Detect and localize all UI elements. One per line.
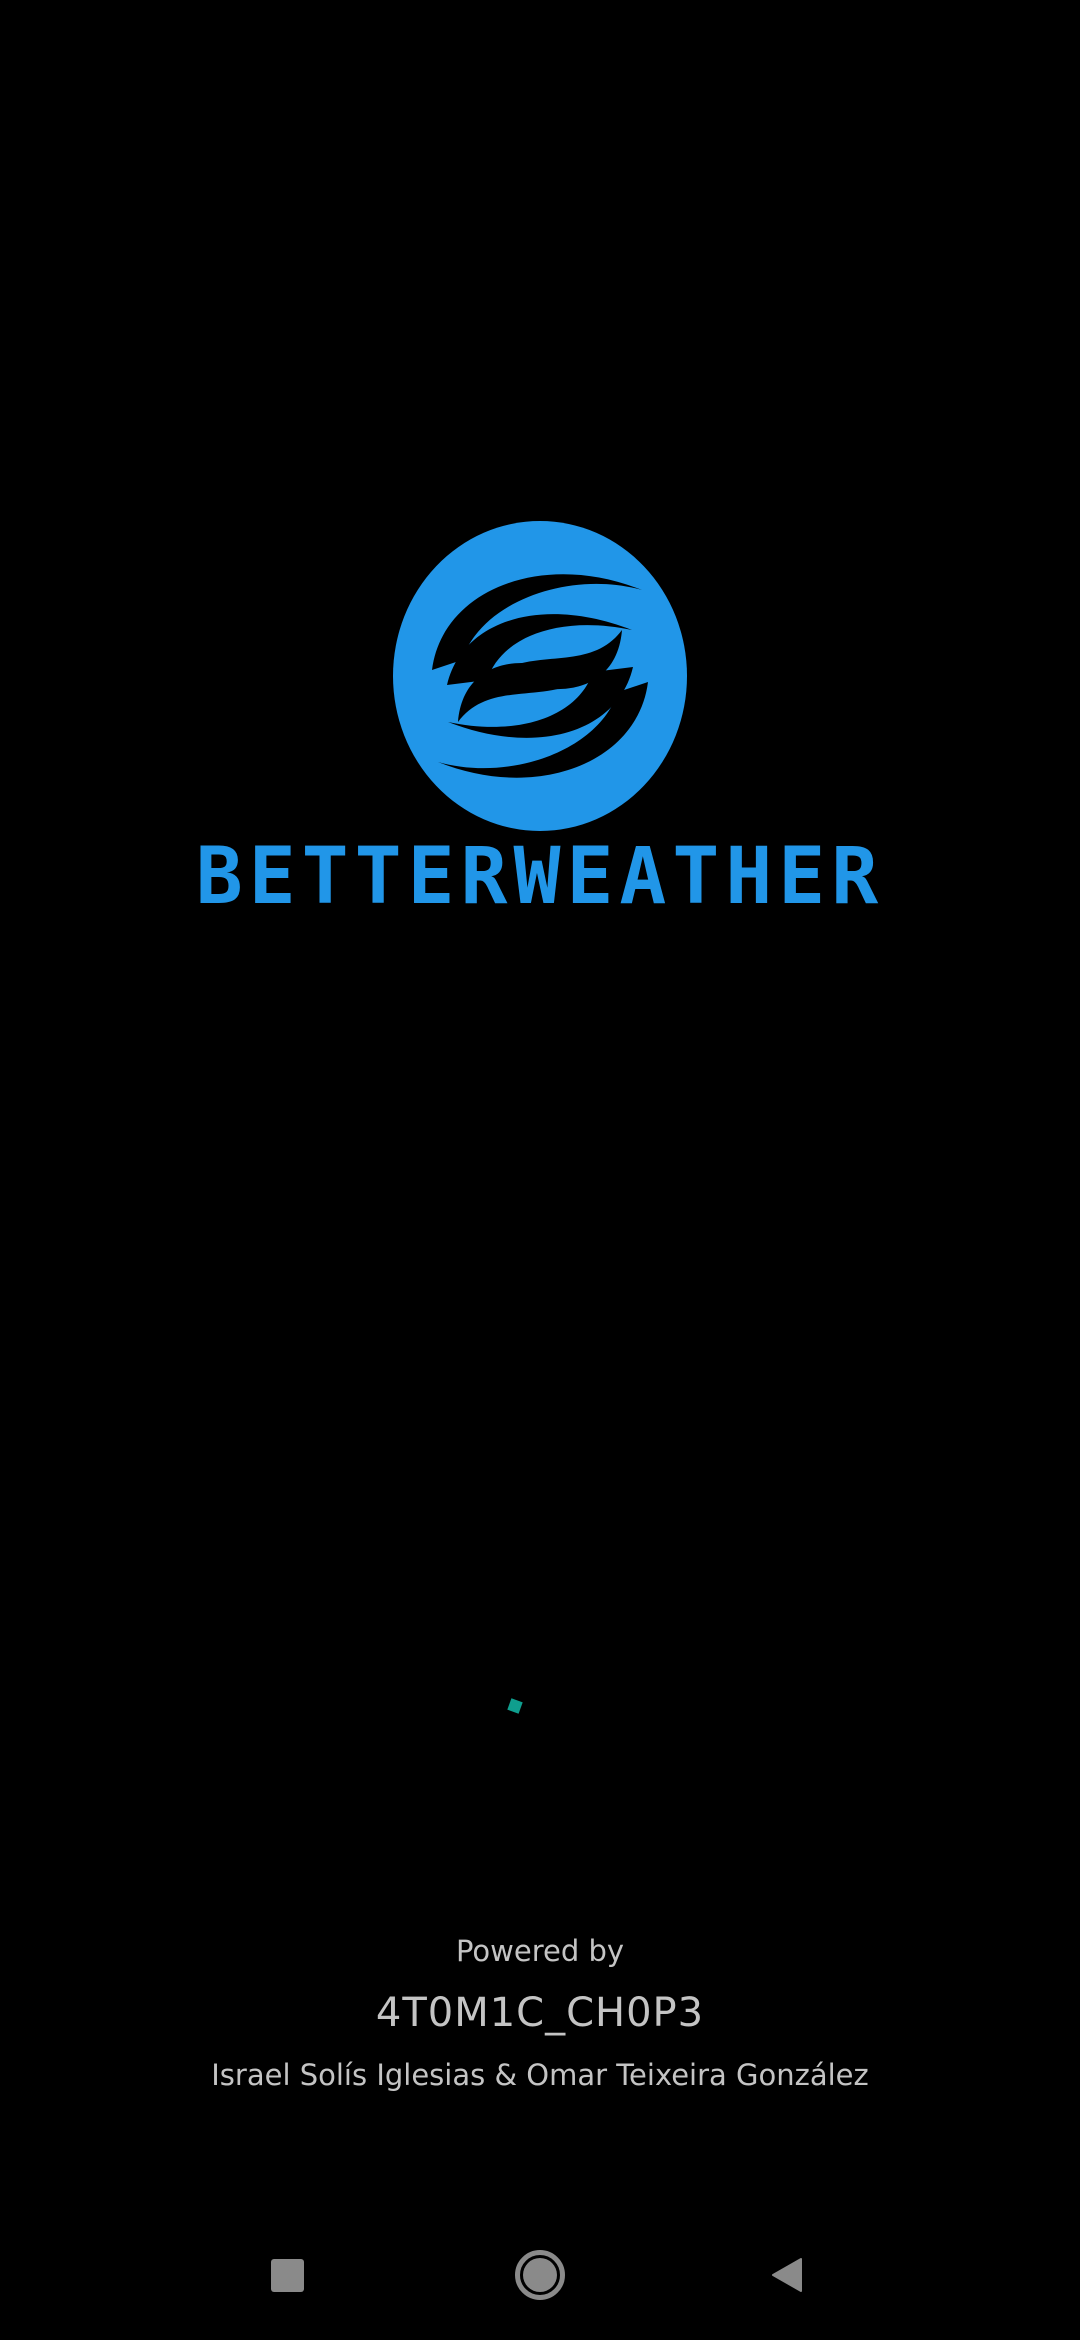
- back-button[interactable]: [732, 2220, 842, 2330]
- square-icon: [270, 2258, 304, 2292]
- home-button[interactable]: [485, 2220, 595, 2330]
- system-navigation-bar: [0, 2220, 1080, 2330]
- team-name: 4T0M1C_CH0P3: [375, 1990, 705, 2036]
- swirl-weather-logo-icon: [393, 521, 687, 831]
- authors-line: Israel Solís Iglesias & Omar Teixeira Go…: [211, 2058, 869, 2092]
- app-logo-wordmark: BETTERWEATHER: [195, 832, 885, 922]
- loading-spinner: [507, 1698, 523, 1714]
- recents-button[interactable]: [232, 2220, 342, 2330]
- triangle-back-icon: [772, 2258, 802, 2292]
- circle-home-icon: [515, 2250, 565, 2300]
- powered-by-label: Powered by: [455, 1934, 625, 1968]
